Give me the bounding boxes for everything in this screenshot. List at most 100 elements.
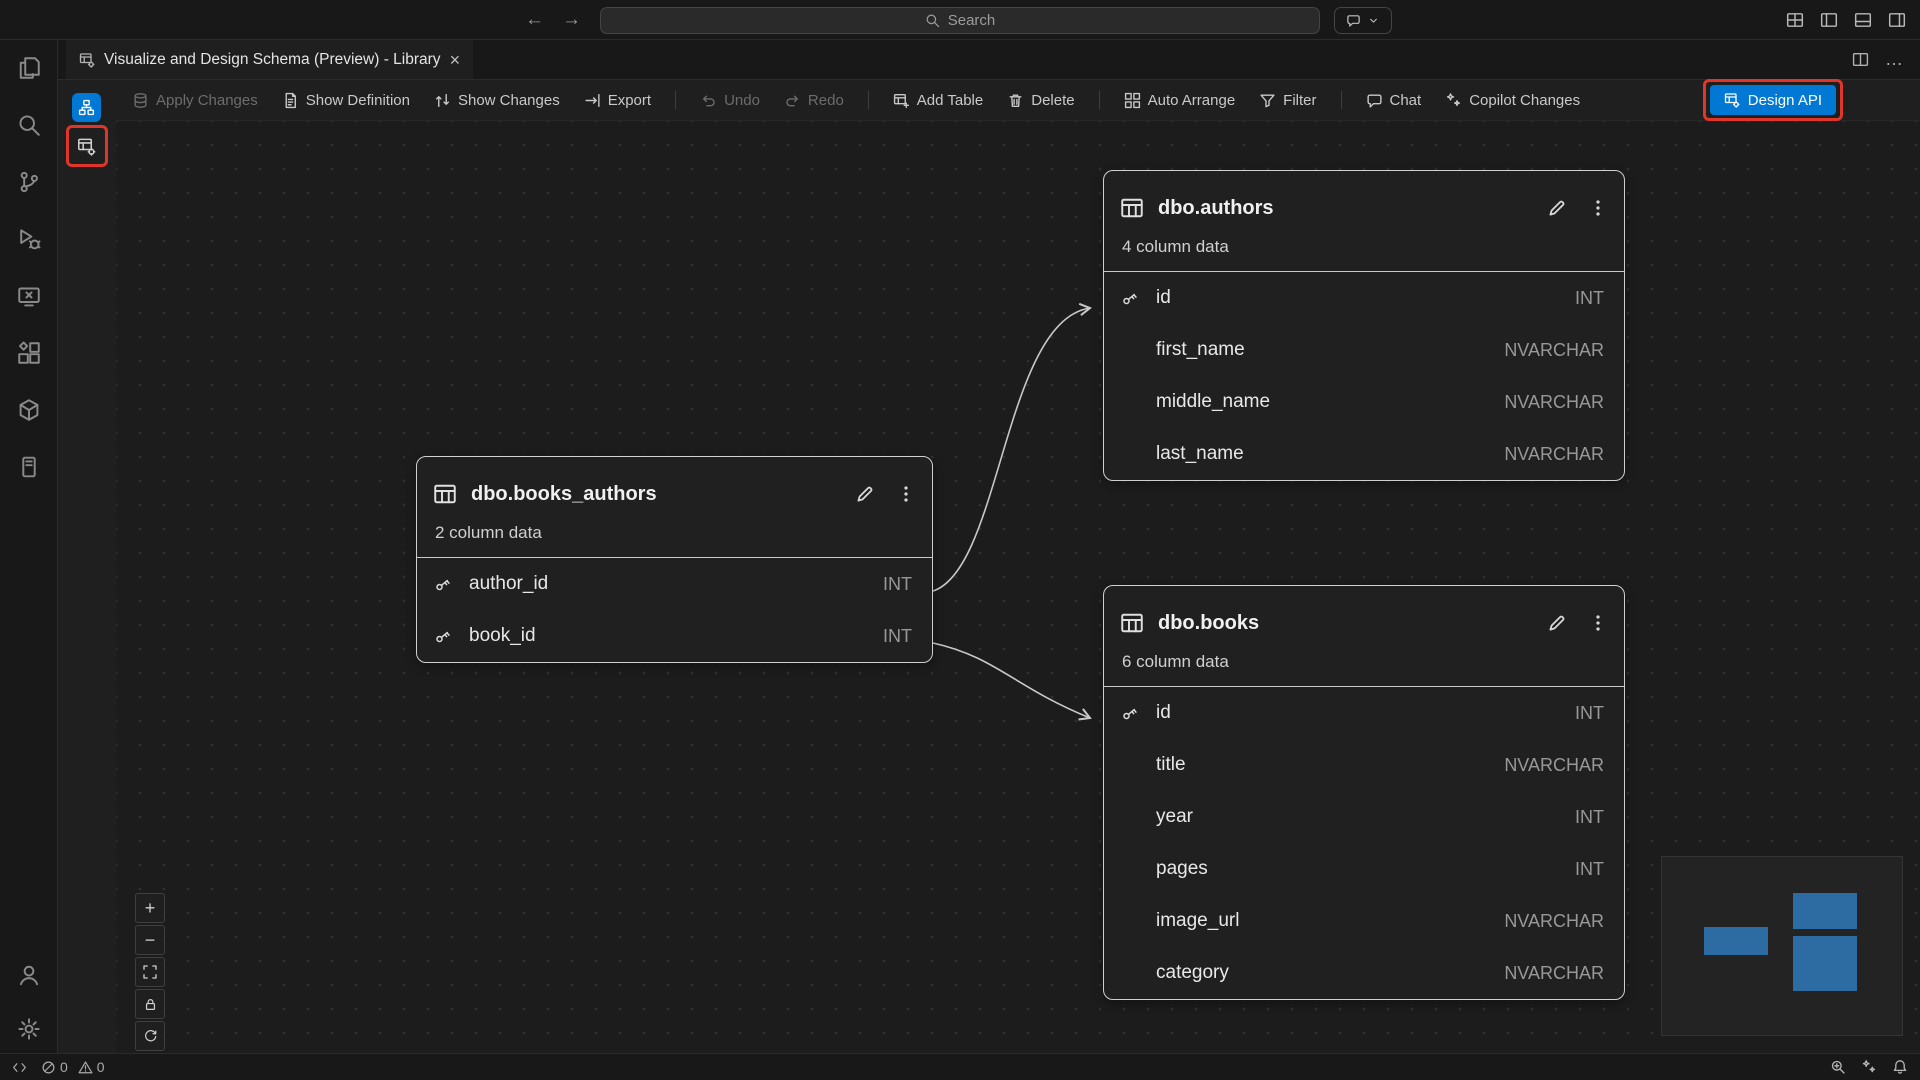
zoom-out-button[interactable]: −: [135, 925, 165, 955]
undo-button: Undo: [700, 92, 760, 109]
undo-icon: [700, 92, 717, 109]
column-name: id: [1156, 702, 1171, 724]
split-editor-icon[interactable]: [1852, 51, 1869, 68]
filter-button[interactable]: Filter: [1259, 92, 1316, 109]
chevron-down-icon: [1367, 14, 1380, 27]
schema-canvas[interactable]: dbo.books_authors 2 column data author_i…: [116, 121, 1920, 1053]
table-definition-mode-button[interactable]: [72, 132, 101, 161]
chat-label: Chat: [1390, 92, 1422, 109]
edit-table-icon[interactable]: [1546, 197, 1568, 219]
table-row[interactable]: first_name NVARCHAR: [1104, 324, 1624, 376]
lock-button[interactable]: [135, 989, 165, 1019]
table-row[interactable]: author_id INT: [417, 558, 932, 610]
show-definition-button[interactable]: Show Definition: [282, 92, 410, 109]
chat-button[interactable]: Chat: [1366, 92, 1422, 109]
table-row[interactable]: year INT: [1104, 791, 1624, 843]
copilot-status-icon[interactable]: [1861, 1059, 1877, 1075]
design-api-button[interactable]: Design API: [1710, 85, 1836, 115]
zoom-status-icon[interactable]: [1830, 1059, 1846, 1075]
panel-left-icon[interactable]: [1820, 11, 1838, 29]
minimap-table-books: [1793, 936, 1857, 991]
nav-forward-icon[interactable]: →: [562, 9, 581, 31]
zoom-in-label: +: [145, 898, 156, 919]
edit-table-icon[interactable]: [1546, 612, 1568, 634]
minimap[interactable]: [1662, 857, 1902, 1035]
zoom-in-button[interactable]: +: [135, 893, 165, 923]
show-changes-button[interactable]: Show Changes: [434, 92, 560, 109]
table-title: dbo.books: [1158, 612, 1259, 635]
remote-explorer-icon[interactable]: [17, 284, 41, 308]
extensions-icon[interactable]: [17, 341, 41, 365]
warning-icon: [78, 1060, 93, 1075]
source-control-icon[interactable]: [17, 170, 41, 194]
apply-changes-label: Apply Changes: [156, 92, 258, 109]
panel-right-icon[interactable]: [1888, 11, 1906, 29]
auto-arrange-button[interactable]: Auto Arrange: [1124, 92, 1236, 109]
table-row[interactable]: id INT: [1104, 272, 1624, 324]
edit-table-icon[interactable]: [854, 483, 876, 505]
redo-label: Redo: [808, 92, 844, 109]
schema-tab-icon: [79, 52, 95, 68]
table-row[interactable]: last_name NVARCHAR: [1104, 428, 1624, 480]
table-subtitle: 6 column data: [1120, 646, 1608, 686]
table-card-authors[interactable]: dbo.authors 4 column data id INT fi: [1103, 170, 1625, 481]
nav-back-icon[interactable]: ←: [525, 9, 544, 31]
search-input[interactable]: Search: [600, 7, 1320, 34]
table-card-books[interactable]: dbo.books 6 column data id INT titl: [1103, 585, 1625, 1000]
remote-indicator-icon[interactable]: [12, 1060, 27, 1075]
search-sidebar-icon[interactable]: [17, 113, 41, 137]
redo-button: Redo: [784, 92, 844, 109]
redo-icon: [784, 92, 801, 109]
tab-schema-designer[interactable]: Visualize and Design Schema (Preview) - …: [66, 40, 473, 79]
copilot-menu-button[interactable]: [1334, 7, 1392, 34]
table-row[interactable]: category NVARCHAR: [1104, 947, 1624, 999]
layout-grid-icon[interactable]: [1786, 11, 1804, 29]
table-subtitle: 4 column data: [1120, 231, 1608, 271]
database-icon[interactable]: [17, 398, 41, 422]
search-placeholder: Search: [948, 12, 996, 29]
zoom-fit-button[interactable]: [135, 957, 165, 987]
column-name: last_name: [1156, 443, 1244, 465]
tab-close-icon[interactable]: ×: [450, 51, 461, 69]
table-title: dbo.books_authors: [471, 483, 657, 506]
settings-gear-icon[interactable]: [17, 1017, 41, 1041]
table-row[interactable]: id INT: [1104, 687, 1624, 739]
schema-designer-mode-button[interactable]: [72, 93, 101, 122]
table-menu-icon[interactable]: [896, 484, 916, 504]
relationship-connectors: [116, 121, 1920, 1053]
table-menu-icon[interactable]: [1588, 198, 1608, 218]
account-icon[interactable]: [17, 963, 41, 987]
notifications-bell-icon[interactable]: [1892, 1059, 1908, 1075]
status-bar: 0 0: [0, 1053, 1920, 1080]
table-row[interactable]: middle_name NVARCHAR: [1104, 376, 1624, 428]
table-designer-icon[interactable]: [17, 455, 41, 479]
table-menu-icon[interactable]: [1588, 613, 1608, 633]
run-debug-icon[interactable]: [17, 227, 41, 251]
tab-bar: Visualize and Design Schema (Preview) - …: [58, 40, 1920, 80]
column-type: INT: [883, 626, 912, 647]
table-row[interactable]: book_id INT: [417, 610, 932, 662]
delete-button[interactable]: Delete: [1007, 92, 1074, 109]
table-row[interactable]: image_url NVARCHAR: [1104, 895, 1624, 947]
column-name: year: [1156, 806, 1193, 828]
problems-indicator[interactable]: 0 0: [41, 1059, 105, 1075]
explorer-icon[interactable]: [17, 56, 41, 80]
column-type: INT: [1575, 807, 1604, 828]
design-api-label: Design API: [1748, 92, 1822, 109]
column-type: NVARCHAR: [1504, 340, 1604, 361]
table-row[interactable]: title NVARCHAR: [1104, 739, 1624, 791]
panel-bottom-icon[interactable]: [1854, 11, 1872, 29]
editor-more-actions-icon[interactable]: …: [1885, 49, 1904, 70]
add-table-button[interactable]: Add Table: [893, 92, 983, 109]
show-definition-label: Show Definition: [306, 92, 410, 109]
apply-changes-icon: [132, 92, 149, 109]
export-button[interactable]: Export: [584, 92, 651, 109]
filter-icon: [1259, 92, 1276, 109]
toolbar-separator: [1341, 91, 1342, 109]
copilot-changes-button[interactable]: Copilot Changes: [1445, 92, 1580, 109]
toolbar-separator: [1099, 91, 1100, 109]
add-table-label: Add Table: [917, 92, 983, 109]
refresh-button[interactable]: [135, 1021, 165, 1051]
table-card-books-authors[interactable]: dbo.books_authors 2 column data author_i…: [416, 456, 933, 663]
table-row[interactable]: pages INT: [1104, 843, 1624, 895]
